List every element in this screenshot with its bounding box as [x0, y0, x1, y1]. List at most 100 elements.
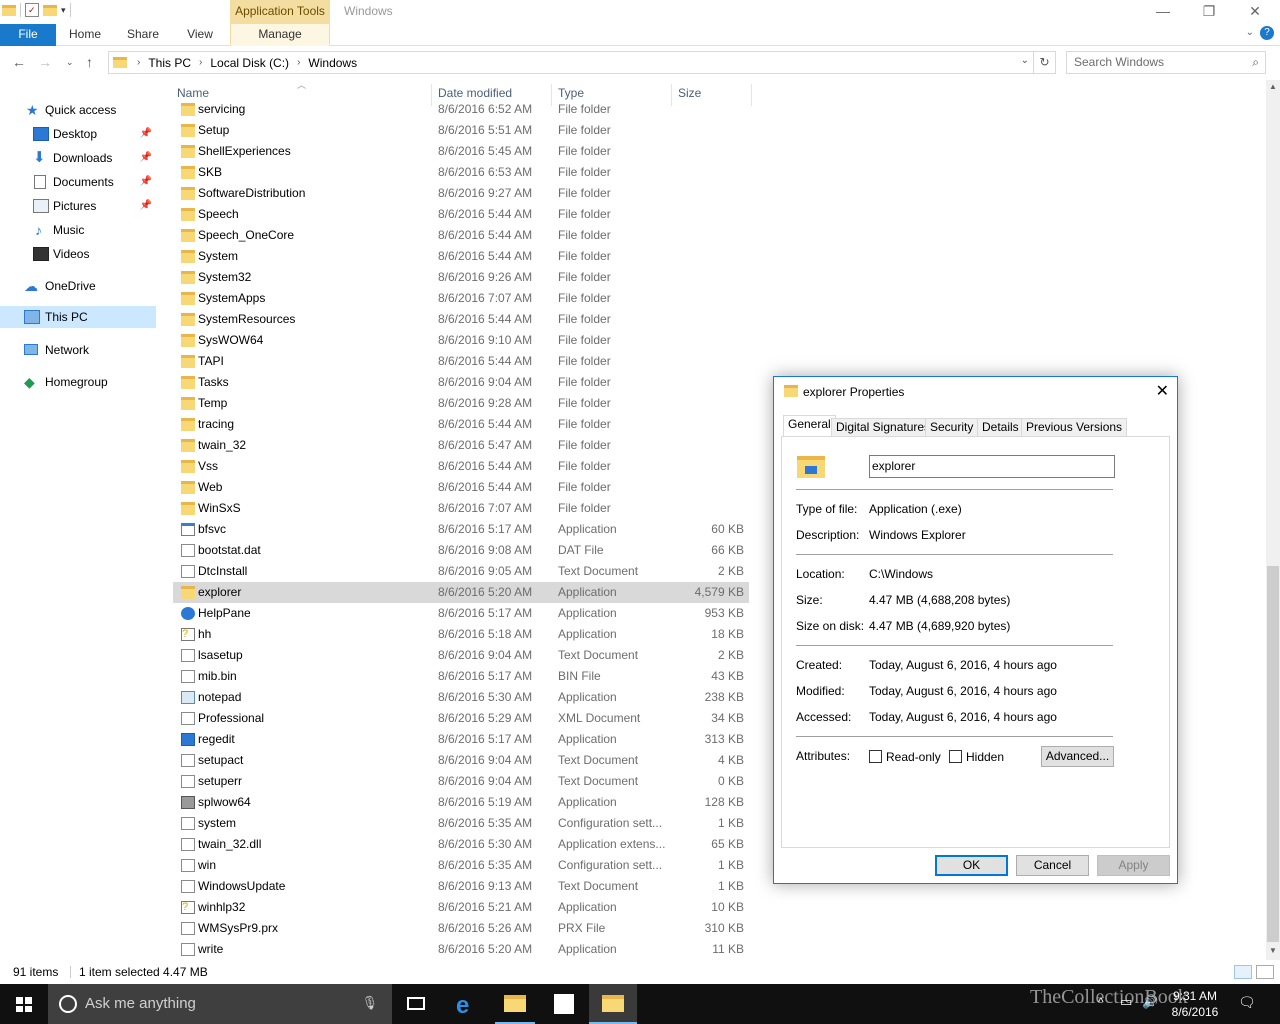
tab-digital-signatures[interactable]: Digital Signatures [831, 418, 936, 437]
file-row[interactable]: HelpPane 8/6/2016 5:17 AM Application 953 K… [173, 603, 749, 624]
chevron-right-icon[interactable]: › [199, 57, 202, 68]
file-row[interactable]: Temp 8/6/2016 9:28 AM File folder [173, 393, 749, 414]
pin-icon[interactable]: 📌 [140, 123, 152, 145]
file-row[interactable]: lsasetup 8/6/2016 9:04 AM Text Document 2 K… [173, 645, 749, 666]
tab-details[interactable]: Details [977, 418, 1024, 437]
advanced-button[interactable]: Advanced... [1041, 746, 1114, 767]
pin-icon[interactable]: 📌 [140, 171, 152, 193]
nav-item-pictures[interactable]: Pictures 📌 [0, 195, 156, 217]
forward-button[interactable]: → [38, 54, 52, 70]
file-row[interactable]: tracing 8/6/2016 5:44 AM File folder [173, 414, 749, 435]
scroll-down-icon[interactable]: ▼ [1266, 946, 1280, 955]
scrollbar-thumb[interactable] [1267, 566, 1279, 942]
tab-home[interactable]: Home [64, 24, 106, 46]
file-row[interactable]: Speech_OneCore 8/6/2016 5:44 AM File folde… [173, 225, 749, 246]
cortana-search-box[interactable]: Ask me anything 🎙 [48, 984, 392, 1024]
nav-item-onedrive[interactable]: ☁ OneDrive [0, 275, 156, 297]
start-button[interactable] [0, 984, 48, 1024]
action-center-icon[interactable]: 🗨 [1238, 994, 1256, 1011]
chevron-right-icon[interactable]: › [137, 57, 140, 68]
file-row[interactable]: bootstat.dat 8/6/2016 9:08 AM DAT File 66 K… [173, 540, 749, 561]
file-row[interactable]: Speech 8/6/2016 5:44 AM File folder [173, 204, 749, 225]
file-row[interactable]: System 8/6/2016 5:44 AM File folder [173, 246, 749, 267]
nav-item-music[interactable]: ♪ Music [0, 219, 156, 241]
file-name-field[interactable]: explorer [869, 455, 1115, 478]
hidden-label[interactable]: Hidden [966, 750, 1004, 764]
nav-item-videos[interactable]: Videos [0, 243, 156, 265]
microphone-icon[interactable]: 🎙 [361, 995, 378, 1011]
back-button[interactable]: ← [12, 54, 26, 70]
file-row[interactable]: servicing 8/6/2016 6:52 AM File folder [173, 99, 749, 120]
large-icons-view-button[interactable] [1256, 965, 1274, 979]
properties-icon[interactable]: ✓ [25, 3, 39, 17]
file-explorer-active-button[interactable] [589, 984, 637, 1024]
chevron-right-icon[interactable]: › [297, 57, 300, 68]
file-row[interactable]: SoftwareDistribution 8/6/2016 9:27 AM File… [173, 183, 749, 204]
file-row[interactable]: ShellExperiences 8/6/2016 5:45 AM File fol… [173, 141, 749, 162]
new-folder-icon[interactable] [43, 4, 57, 16]
apply-button[interactable]: Apply [1097, 855, 1170, 876]
column-divider[interactable] [751, 84, 752, 106]
tab-view[interactable]: View [180, 24, 220, 46]
file-row[interactable]: Vss 8/6/2016 5:44 AM File folder [173, 456, 749, 477]
scroll-up-icon[interactable]: ▲ [1266, 82, 1280, 91]
store-button[interactable] [540, 984, 588, 1024]
file-row[interactable]: DtcInstall 8/6/2016 9:05 AM Text Document 2… [173, 561, 749, 582]
nav-item-this-pc[interactable]: This PC [0, 306, 156, 328]
read-only-label[interactable]: Read-only [886, 750, 941, 764]
file-row[interactable]: setupact 8/6/2016 9:04 AM Text Document 4 K… [173, 750, 749, 771]
nav-item-quick-access[interactable]: ★ Quick access [0, 99, 156, 121]
file-row[interactable]: twain_32 8/6/2016 5:47 AM File folder [173, 435, 749, 456]
tab-previous-versions[interactable]: Previous Versions [1021, 418, 1128, 437]
nav-item-network[interactable]: Network [0, 339, 156, 361]
cancel-button[interactable]: Cancel [1016, 855, 1089, 876]
pin-icon[interactable]: 📌 [140, 195, 152, 217]
file-row[interactable]: WindowsUpdate 8/6/2016 9:13 AM Text Docume… [173, 876, 749, 897]
tab-file[interactable]: File [0, 24, 56, 46]
file-row[interactable]: mib.bin 8/6/2016 5:17 AM BIN File 43 KB [173, 666, 749, 687]
file-row[interactable]: system 8/6/2016 5:35 AM Configuration sett… [173, 813, 749, 834]
file-row[interactable]: notepad 8/6/2016 5:30 AM Application 238 KB [173, 687, 749, 708]
file-row[interactable]: Tasks 8/6/2016 9:04 AM File folder [173, 372, 749, 393]
file-row[interactable]: TAPI 8/6/2016 5:44 AM File folder [173, 351, 749, 372]
file-row[interactable]: explorer 8/6/2016 5:20 AM Application 4,579… [173, 582, 749, 603]
details-view-button[interactable] [1234, 965, 1252, 979]
file-row[interactable]: WMSysPr9.prx 8/6/2016 5:26 AM PRX File 310 … [173, 918, 749, 939]
file-explorer-taskbar-button[interactable] [491, 984, 539, 1024]
minimize-button[interactable]: — [1140, 0, 1186, 24]
file-row[interactable]: setuperr 8/6/2016 9:04 AM Text Document 0 K… [173, 771, 749, 792]
nav-item-homegroup[interactable]: ◆ Homegroup [0, 371, 156, 393]
file-row[interactable]: Web 8/6/2016 5:44 AM File folder [173, 477, 749, 498]
file-row[interactable]: ? winhlp32 8/6/2016 5:21 AM Application 10 K… [173, 897, 749, 918]
breadcrumb-this-pc[interactable]: This PC [148, 56, 191, 70]
search-input[interactable]: Search Windows ⌕ [1066, 51, 1266, 74]
file-row[interactable]: System32 8/6/2016 9:26 AM File folder [173, 267, 749, 288]
nav-item-desktop[interactable]: Desktop 📌 [0, 123, 156, 145]
hidden-checkbox[interactable] [949, 750, 962, 763]
up-button[interactable]: ↑ [86, 54, 93, 70]
file-row[interactable]: ? hh 8/6/2016 5:18 AM Application 18 KB [173, 624, 749, 645]
read-only-checkbox[interactable] [869, 750, 882, 763]
nav-item-documents[interactable]: Documents 📌 [0, 171, 156, 193]
recent-locations-icon[interactable]: ⌄ [66, 57, 74, 68]
tab-security[interactable]: Security [925, 418, 979, 437]
file-row[interactable]: twain_32.dll 8/6/2016 5:30 AM Application … [173, 834, 749, 855]
help-icon[interactable]: ? [1260, 26, 1274, 40]
file-row[interactable]: Professional 8/6/2016 5:29 AM XML Document… [173, 708, 749, 729]
dialog-close-button[interactable]: ✕ [1156, 381, 1169, 401]
file-row[interactable]: SystemApps 8/6/2016 7:07 AM File folder [173, 288, 749, 309]
nav-item-downloads[interactable]: ⬇ Downloads 📌 [0, 147, 156, 169]
expand-ribbon-icon[interactable]: ⌄ [1246, 27, 1254, 38]
file-row[interactable]: regedit 8/6/2016 5:17 AM Application 313 KB [173, 729, 749, 750]
file-row[interactable]: win 8/6/2016 5:35 AM Configuration sett...… [173, 855, 749, 876]
file-row[interactable]: SKB 8/6/2016 6:53 AM File folder [173, 162, 749, 183]
refresh-button[interactable]: ↻ [1034, 51, 1056, 74]
tab-share[interactable]: Share [122, 24, 164, 46]
address-bar[interactable]: › This PC › Local Disk (C:) › Windows ⌄ [108, 51, 1034, 74]
file-row[interactable]: WinSxS 8/6/2016 7:07 AM File folder [173, 498, 749, 519]
edge-button[interactable]: e [442, 984, 490, 1024]
file-row[interactable]: splwow64 8/6/2016 5:19 AM Application 128 K… [173, 792, 749, 813]
tab-manage[interactable]: Manage [230, 24, 330, 46]
file-row[interactable]: SysWOW64 8/6/2016 9:10 AM File folder [173, 330, 749, 351]
file-row[interactable]: write 8/6/2016 5:20 AM Application 11 KB [173, 939, 749, 960]
